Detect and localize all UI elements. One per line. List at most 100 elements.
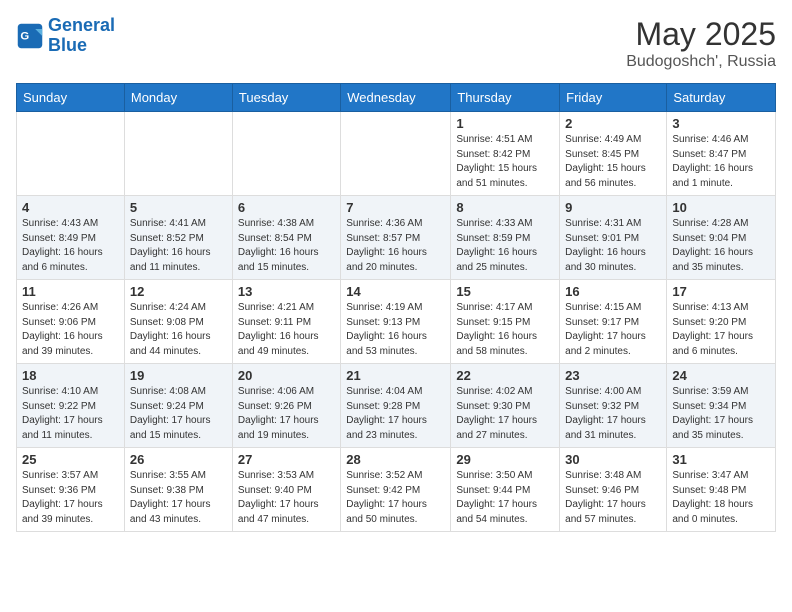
calendar-cell — [232, 112, 340, 196]
day-info: Sunrise: 4:49 AM Sunset: 8:45 PM Dayligh… — [565, 133, 661, 191]
calendar-cell: 12Sunrise: 4:24 AM Sunset: 9:08 PM Dayli… — [124, 280, 232, 364]
calendar-week-5: 25 Sunrise: 3:57 AM Sunset: 9:36 PM Dayli… — [17, 448, 776, 532]
day-number: 30 — [565, 452, 661, 467]
calendar-cell: 31 Sunrise: 3:47 AM Sunset: 9:48 PM Dayli… — [667, 448, 776, 532]
calendar-cell: 11Sunrise: 4:26 AM Sunset: 9:06 PM Dayli… — [17, 280, 125, 364]
calendar-week-1: 1 Sunrise: 4:51 AM Sunset: 8:42 PM Daylig… — [17, 112, 776, 196]
day-number: 24 — [672, 368, 770, 383]
day-number: 17 — [672, 284, 770, 299]
calendar-table: SundayMondayTuesdayWednesdayThursdayFrid… — [16, 83, 776, 532]
day-info: Sunrise: 4:26 AM Sunset: 9:06 PM Dayligh… — [22, 301, 119, 359]
calendar-cell: 29 Sunrise: 3:50 AM Sunset: 9:44 PM Dayli… — [451, 448, 560, 532]
day-header-wednesday: Wednesday — [341, 84, 451, 112]
day-info: Sunrise: 3:50 AM Sunset: 9:44 PM Dayligh… — [456, 469, 554, 527]
calendar-week-2: 4 Sunrise: 4:43 AM Sunset: 8:49 PM Daylig… — [17, 196, 776, 280]
day-number: 15 — [456, 284, 554, 299]
day-number: 2 — [565, 116, 661, 131]
day-number: 16 — [565, 284, 661, 299]
day-info: Sunrise: 4:06 AM Sunset: 9:26 PM Dayligh… — [238, 385, 335, 443]
day-info: Sunrise: 3:55 AM Sunset: 9:38 PM Dayligh… — [130, 469, 227, 527]
day-info: Sunrise: 4:19 AM Sunset: 9:13 PM Dayligh… — [346, 301, 445, 359]
day-info: Sunrise: 4:15 AM Sunset: 9:17 PM Dayligh… — [565, 301, 661, 359]
day-number: 6 — [238, 200, 335, 215]
day-info: Sunrise: 4:02 AM Sunset: 9:30 PM Dayligh… — [456, 385, 554, 443]
calendar-cell: 14Sunrise: 4:19 AM Sunset: 9:13 PM Dayli… — [341, 280, 451, 364]
day-number: 13 — [238, 284, 335, 299]
calendar-cell: 21 Sunrise: 4:04 AM Sunset: 9:28 PM Dayli… — [341, 364, 451, 448]
logo-line2: Blue — [48, 35, 87, 55]
logo-line1: General — [48, 15, 115, 35]
day-info: Sunrise: 4:04 AM Sunset: 9:28 PM Dayligh… — [346, 385, 445, 443]
day-number: 25 — [22, 452, 119, 467]
day-header-friday: Friday — [560, 84, 667, 112]
calendar-cell: 1 Sunrise: 4:51 AM Sunset: 8:42 PM Daylig… — [451, 112, 560, 196]
day-header-monday: Monday — [124, 84, 232, 112]
day-info: Sunrise: 4:51 AM Sunset: 8:42 PM Dayligh… — [456, 133, 554, 191]
calendar-cell: 28Sunrise: 3:52 AM Sunset: 9:42 PM Dayli… — [341, 448, 451, 532]
day-number: 19 — [130, 368, 227, 383]
day-number: 8 — [456, 200, 554, 215]
logo: G General Blue — [16, 16, 115, 56]
day-number: 26 — [130, 452, 227, 467]
calendar-cell — [124, 112, 232, 196]
calendar-cell: 27 Sunrise: 3:53 AM Sunset: 9:40 PM Dayli… — [232, 448, 340, 532]
calendar-cell: 22Sunrise: 4:02 AM Sunset: 9:30 PM Dayli… — [451, 364, 560, 448]
day-number: 5 — [130, 200, 227, 215]
calendar-header-row: SundayMondayTuesdayWednesdayThursdayFrid… — [17, 84, 776, 112]
calendar-cell: 10 Sunrise: 4:28 AM Sunset: 9:04 PM Dayli… — [667, 196, 776, 280]
day-info: Sunrise: 4:28 AM Sunset: 9:04 PM Dayligh… — [672, 217, 770, 275]
calendar-cell: 17 Sunrise: 4:13 AM Sunset: 9:20 PM Dayli… — [667, 280, 776, 364]
day-number: 1 — [456, 116, 554, 131]
day-number: 3 — [672, 116, 770, 131]
day-info: Sunrise: 4:43 AM Sunset: 8:49 PM Dayligh… — [22, 217, 119, 275]
day-number: 9 — [565, 200, 661, 215]
calendar-cell — [17, 112, 125, 196]
day-info: Sunrise: 3:57 AM Sunset: 9:36 PM Dayligh… — [22, 469, 119, 527]
calendar-cell: 18Sunrise: 4:10 AM Sunset: 9:22 PM Dayli… — [17, 364, 125, 448]
day-number: 10 — [672, 200, 770, 215]
calendar-cell: 4 Sunrise: 4:43 AM Sunset: 8:49 PM Daylig… — [17, 196, 125, 280]
calendar-cell: 6 Sunrise: 4:38 AM Sunset: 8:54 PM Daylig… — [232, 196, 340, 280]
day-header-thursday: Thursday — [451, 84, 560, 112]
svg-text:G: G — [20, 30, 29, 42]
day-info: Sunrise: 4:08 AM Sunset: 9:24 PM Dayligh… — [130, 385, 227, 443]
calendar-cell: 3Sunrise: 4:46 AM Sunset: 8:47 PM Daylig… — [667, 112, 776, 196]
day-info: Sunrise: 3:47 AM Sunset: 9:48 PM Dayligh… — [672, 469, 770, 527]
day-info: Sunrise: 3:53 AM Sunset: 9:40 PM Dayligh… — [238, 469, 335, 527]
calendar-cell: 19 Sunrise: 4:08 AM Sunset: 9:24 PM Dayli… — [124, 364, 232, 448]
calendar-cell: 15 Sunrise: 4:17 AM Sunset: 9:15 PM Dayli… — [451, 280, 560, 364]
day-info: Sunrise: 4:13 AM Sunset: 9:20 PM Dayligh… — [672, 301, 770, 359]
day-info: Sunrise: 4:17 AM Sunset: 9:15 PM Dayligh… — [456, 301, 554, 359]
calendar-cell: 26 Sunrise: 3:55 AM Sunset: 9:38 PM Dayli… — [124, 448, 232, 532]
day-info: Sunrise: 4:36 AM Sunset: 8:57 PM Dayligh… — [346, 217, 445, 275]
calendar-week-4: 18Sunrise: 4:10 AM Sunset: 9:22 PM Dayli… — [17, 364, 776, 448]
calendar-cell — [341, 112, 451, 196]
day-info: Sunrise: 4:10 AM Sunset: 9:22 PM Dayligh… — [22, 385, 119, 443]
day-info: Sunrise: 4:21 AM Sunset: 9:11 PM Dayligh… — [238, 301, 335, 359]
day-number: 4 — [22, 200, 119, 215]
calendar-location: Budogoshch', Russia — [626, 53, 776, 71]
day-number: 21 — [346, 368, 445, 383]
day-info: Sunrise: 3:52 AM Sunset: 9:42 PM Dayligh… — [346, 469, 445, 527]
day-number: 20 — [238, 368, 335, 383]
day-number: 31 — [672, 452, 770, 467]
day-header-saturday: Saturday — [667, 84, 776, 112]
day-header-sunday: Sunday — [17, 84, 125, 112]
calendar-cell: 13 Sunrise: 4:21 AM Sunset: 9:11 PM Dayli… — [232, 280, 340, 364]
calendar-cell: 8 Sunrise: 4:33 AM Sunset: 8:59 PM Daylig… — [451, 196, 560, 280]
calendar-cell: 20 Sunrise: 4:06 AM Sunset: 9:26 PM Dayli… — [232, 364, 340, 448]
calendar-title: May 2025 — [626, 16, 776, 53]
day-info: Sunrise: 4:33 AM Sunset: 8:59 PM Dayligh… — [456, 217, 554, 275]
day-number: 23 — [565, 368, 661, 383]
day-info: Sunrise: 4:38 AM Sunset: 8:54 PM Dayligh… — [238, 217, 335, 275]
calendar-cell: 5Sunrise: 4:41 AM Sunset: 8:52 PM Daylig… — [124, 196, 232, 280]
day-info: Sunrise: 3:59 AM Sunset: 9:34 PM Dayligh… — [672, 385, 770, 443]
day-number: 12 — [130, 284, 227, 299]
day-info: Sunrise: 3:48 AM Sunset: 9:46 PM Dayligh… — [565, 469, 661, 527]
day-number: 29 — [456, 452, 554, 467]
calendar-cell: 23Sunrise: 4:00 AM Sunset: 9:32 PM Dayli… — [560, 364, 667, 448]
day-number: 27 — [238, 452, 335, 467]
calendar-week-3: 11Sunrise: 4:26 AM Sunset: 9:06 PM Dayli… — [17, 280, 776, 364]
calendar-cell: 25 Sunrise: 3:57 AM Sunset: 9:36 PM Dayli… — [17, 448, 125, 532]
day-header-tuesday: Tuesday — [232, 84, 340, 112]
